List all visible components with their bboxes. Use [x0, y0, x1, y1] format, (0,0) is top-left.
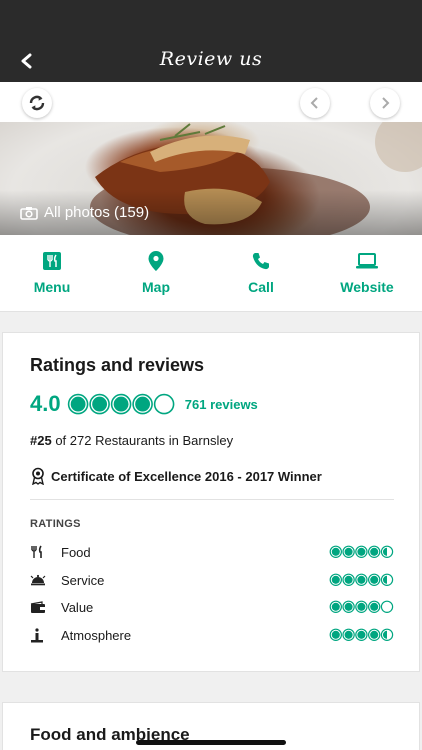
- rating-bubble-fill: [370, 575, 379, 585]
- certificate-text: Certificate of Excellence 2016 - 2017 Wi…: [51, 468, 322, 484]
- call-label: Call: [248, 279, 274, 295]
- rating-bubble-fill: [70, 396, 86, 412]
- rating-bubble-fill: [344, 575, 353, 585]
- ratings-heading: RATINGS: [30, 518, 81, 530]
- rank-description: of 272 Restaurants in Barnsley: [51, 433, 234, 448]
- rating-name: Value: [61, 599, 94, 615]
- rating-bubble-fill: [331, 630, 341, 640]
- menu-label: Menu: [33, 279, 71, 295]
- call-action[interactable]: Call: [211, 249, 311, 295]
- fork-knife-icon: [43, 252, 61, 270]
- certificate-of-excellence: Certificate of Excellence 2016 - 2017 Wi…: [30, 467, 322, 485]
- rating-bubble-fill: [357, 575, 366, 585]
- rating-row-food: Food: [30, 542, 394, 562]
- rating-bubble-fill: [344, 630, 353, 640]
- rating-bubble: [381, 600, 394, 614]
- map-action[interactable]: Map: [106, 249, 206, 295]
- bubble-rating-icon: [329, 545, 394, 559]
- rating-bubble-fill: [370, 547, 379, 557]
- website-action[interactable]: Website: [317, 249, 417, 295]
- previous-button[interactable]: [300, 88, 330, 118]
- ranking-text: #25 of 272 Restaurants in Barnsley: [30, 433, 233, 448]
- rating-bubble-fill: [113, 396, 129, 412]
- website-label: Website: [340, 279, 394, 295]
- fork-knife-icon: [31, 545, 42, 558]
- rating-row-service: Service: [30, 570, 394, 590]
- rating-row-value: Value: [30, 597, 394, 617]
- camera-icon: [20, 206, 38, 220]
- bubble-rating-icon: [329, 600, 394, 614]
- rating-bubble-fill: [331, 575, 341, 585]
- header-bar: Review us: [0, 0, 422, 82]
- bubble-rating-icon: [329, 628, 394, 642]
- value-bubble-rating: [329, 600, 394, 614]
- bubble-rating-icon: [67, 393, 174, 415]
- bubble-rating-icon: [329, 573, 394, 587]
- service-bubble-rating: [329, 573, 394, 587]
- rating-bubble: [153, 393, 174, 415]
- chevron-right-icon: [382, 97, 390, 109]
- ratings-card: Ratings and reviews 4.0 761 reviews #25 …: [2, 332, 420, 672]
- rating-name: Service: [61, 572, 105, 588]
- rating-bubble-fill: [370, 630, 379, 640]
- refresh-icon: [29, 95, 45, 111]
- rating-bubble-fill: [331, 602, 341, 612]
- action-bar: Menu Map Call Website: [0, 235, 422, 312]
- rating-name: Food: [61, 544, 91, 560]
- service-bell-icon: [30, 574, 46, 586]
- map-pin-icon: [148, 251, 164, 271]
- next-button[interactable]: [370, 88, 400, 118]
- wallet-icon: [30, 600, 45, 613]
- all-photos-link[interactable]: All photos (159): [20, 204, 149, 221]
- rating-name: Atmosphere: [61, 627, 132, 643]
- chevron-left-icon: [310, 97, 318, 109]
- atmosphere-bubble-rating: [329, 628, 394, 642]
- divider: [30, 499, 394, 500]
- food-bubble-rating: [329, 545, 394, 559]
- rating-bubble-fill: [344, 602, 353, 612]
- menu-action[interactable]: Menu: [2, 249, 102, 295]
- rating-bubble-fill: [370, 602, 379, 612]
- rating-bubble-fill: [331, 547, 341, 557]
- toolbar: [0, 82, 422, 122]
- overall-rating: 4.0 761 reviews: [30, 391, 258, 417]
- rating-bubble-fill: [357, 630, 366, 640]
- hero-photo[interactable]: All photos (159): [0, 122, 422, 235]
- refresh-button[interactable]: [22, 88, 52, 118]
- home-indicator: [136, 740, 286, 745]
- app-screen: Review us All photos (159) Menu Map Call…: [0, 0, 422, 750]
- overall-bubble-rating: [67, 393, 175, 415]
- rating-row-atmosphere: Atmosphere: [30, 625, 394, 645]
- rating-bubble-fill: [91, 396, 107, 412]
- rating-bubble-fill: [357, 602, 366, 612]
- ratings-card-title: Ratings and reviews: [30, 355, 205, 375]
- overall-score: 4.0: [30, 391, 61, 416]
- phone-icon: [252, 253, 269, 270]
- rating-bubble-fill: [134, 396, 150, 412]
- all-photos-label: All photos (159): [44, 204, 150, 221]
- rating-bubble-fill: [344, 547, 353, 557]
- map-label: Map: [142, 279, 170, 295]
- rating-bubble-fill: [357, 547, 366, 557]
- reviews-link[interactable]: 761 reviews: [185, 397, 258, 412]
- award-ribbon-icon: [32, 467, 44, 485]
- page-title: Review us: [159, 48, 263, 70]
- rank-number: #25: [30, 433, 52, 448]
- atmosphere-icon: [31, 627, 43, 642]
- laptop-icon: [356, 253, 378, 269]
